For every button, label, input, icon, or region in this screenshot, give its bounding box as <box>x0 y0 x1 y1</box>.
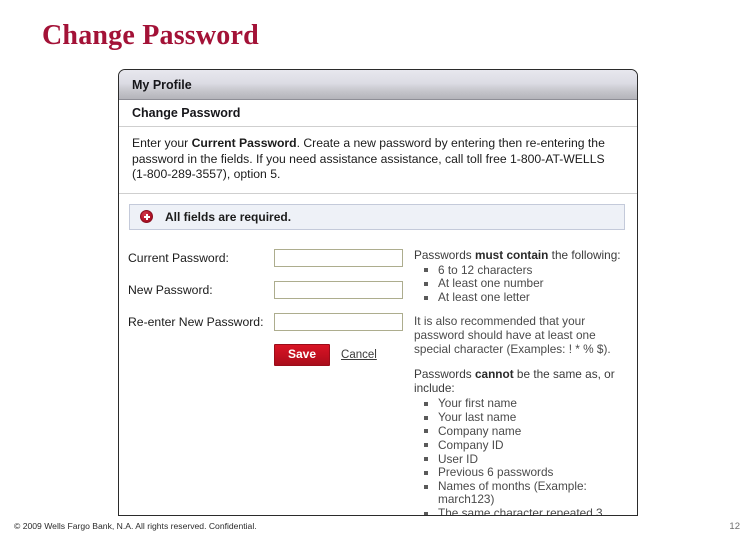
new-password-row: New Password: <box>128 280 414 300</box>
page-title: Change Password <box>42 20 259 51</box>
list-item: Company ID <box>424 438 627 452</box>
new-password-label: New Password: <box>128 282 213 297</box>
list-item: At least one letter <box>424 290 627 304</box>
new-password-input[interactable] <box>274 280 403 299</box>
intro-text-bold: Current Password <box>191 136 297 150</box>
intro-text-part1: Enter your <box>132 136 192 150</box>
list-item: Your first name <box>424 397 627 410</box>
cannot-be-bold: cannot <box>474 367 514 382</box>
panel-body: Current Password: New Password: Re-enter… <box>119 230 637 516</box>
must-contain-prefix: Passwords <box>414 247 475 262</box>
list-item: Previous 6 passwords <box>424 466 627 479</box>
panel-header-title: My Profile <box>132 77 192 92</box>
save-button[interactable]: Save <box>274 343 331 366</box>
cannot-be-prefix: Passwords <box>414 367 475 382</box>
reenter-password-label: Re-enter New Password: <box>128 314 264 329</box>
password-form: Current Password: New Password: Re-enter… <box>119 248 414 516</box>
list-item: Company name <box>424 424 627 438</box>
footer-copyright: © 2009 Wells Fargo Bank, N.A. All rights… <box>14 521 257 531</box>
list-item: User ID <box>424 452 627 466</box>
must-contain-heading: Passwords must contain the following: <box>414 248 627 262</box>
list-item: The same character repeated 3 times or m… <box>424 507 627 515</box>
required-error-icon <box>140 210 153 223</box>
footer-page-number: 12 <box>729 521 740 532</box>
panel-subheader-title: Change Password <box>132 106 241 120</box>
alert-message: All fields are required. <box>165 209 292 224</box>
current-password-input[interactable] <box>274 248 403 267</box>
special-character-recommendation: It is also recommended that your passwor… <box>414 314 611 356</box>
cancel-link[interactable]: Cancel <box>341 349 377 361</box>
my-profile-panel: My Profile Change Password Enter your Cu… <box>118 69 638 516</box>
password-rules: Passwords must contain the following: 6 … <box>414 248 637 515</box>
must-contain-bold: must contain <box>474 247 549 262</box>
list-item: At least one number <box>424 276 627 290</box>
reenter-password-row: Re-enter New Password: <box>128 312 414 332</box>
alert-container: All fields are required. <box>119 194 637 230</box>
must-contain-list: 6 to 12 characters At least one number A… <box>414 263 627 305</box>
current-password-label: Current Password: <box>128 250 229 265</box>
must-contain-suffix: the following: <box>548 247 621 262</box>
required-fields-alert: All fields are required. <box>129 203 625 230</box>
list-item: 6 to 12 characters <box>424 263 627 277</box>
form-actions: Save Cancel <box>128 343 414 366</box>
list-item: Your last name <box>424 410 627 424</box>
current-password-row: Current Password: <box>128 248 414 268</box>
list-item: Names of months (Example: march123) <box>424 480 627 507</box>
intro-paragraph: Enter your Current Password. Create a ne… <box>119 127 637 194</box>
cannot-be-list: Your first name Your last name Company n… <box>414 397 627 515</box>
cannot-be-heading: Passwords cannot be the same as, or incl… <box>414 367 627 395</box>
panel-header: My Profile <box>119 70 637 100</box>
panel-subheader: Change Password <box>119 100 637 127</box>
reenter-password-input[interactable] <box>274 312 403 331</box>
